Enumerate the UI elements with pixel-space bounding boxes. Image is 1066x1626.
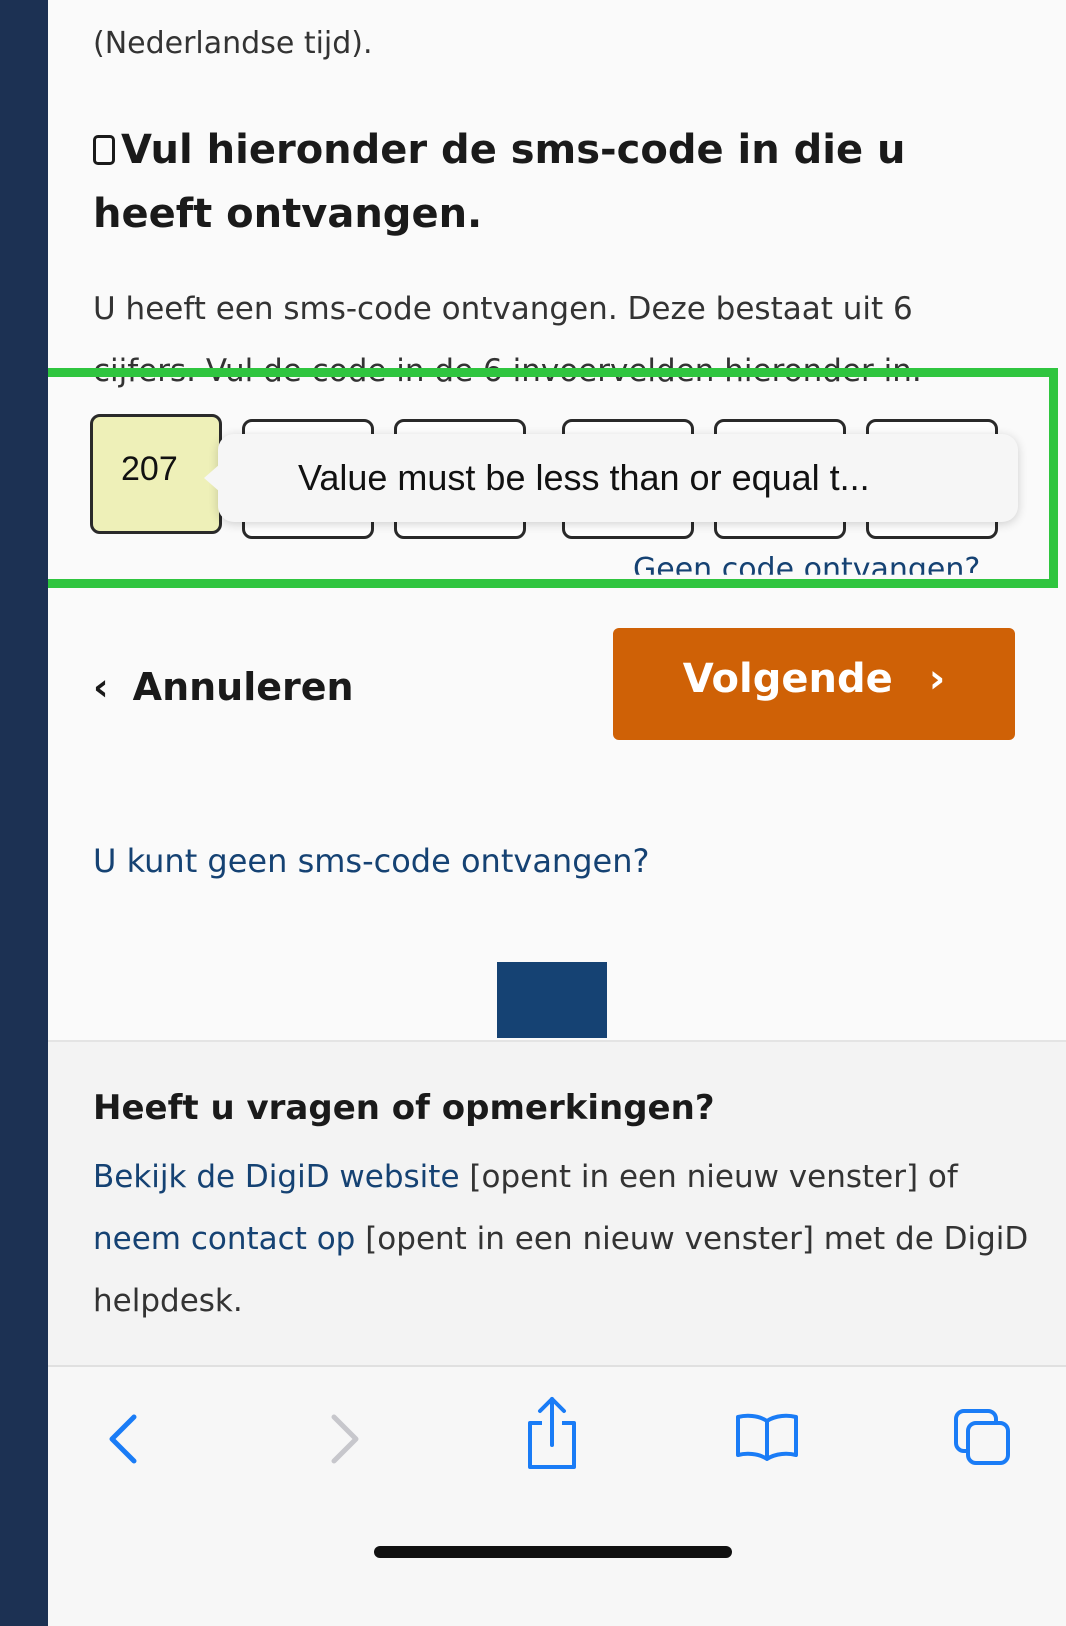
validation-tooltip: Value must be less than or equal t...: [204, 434, 1018, 522]
page-content: (Nederlandse tijd). Vul hieronder de sms…: [48, 0, 1066, 1412]
browser-page: (Nederlandse tijd). Vul hieronder de sms…: [48, 0, 1066, 1626]
share-icon[interactable]: [526, 1395, 578, 1475]
validation-message: Value must be less than or equal t...: [298, 457, 870, 498]
footer-text-1: [opent in een nieuw venster] of: [459, 1159, 958, 1195]
sms-code-field-1[interactable]: 207: [90, 414, 222, 534]
phone-icon: [93, 135, 115, 165]
back-icon[interactable]: [104, 1409, 144, 1473]
tabs-icon[interactable]: [952, 1407, 1014, 1473]
footer-text: Bekijk de DigiD website [opent in een ni…: [93, 1146, 1033, 1332]
page-heading: Vul hieronder de sms-code in die u heeft…: [93, 118, 1013, 246]
heading-text: Vul hieronder de sms-code in die u heeft…: [93, 127, 906, 237]
intro-text: U heeft een sms-code ontvangen. Deze bes…: [93, 291, 922, 389]
chevron-right-icon: ›: [928, 656, 946, 702]
footer-title: Heeft u vragen of opmerkingen?: [93, 1088, 715, 1128]
next-button[interactable]: Volgende ›: [613, 628, 1015, 740]
logo-block: [497, 962, 607, 1038]
home-indicator: [374, 1546, 732, 1558]
next-label: Volgende: [682, 656, 893, 702]
bookmarks-icon[interactable]: [734, 1411, 800, 1465]
contact-link[interactable]: neem contact op: [93, 1221, 355, 1257]
time-note: (Nederlandse tijd).: [93, 26, 373, 61]
no-code-link[interactable]: Geen code ontvangen?: [633, 552, 980, 575]
footer: Heeft u vragen of opmerkingen? Bekijk de…: [48, 1040, 1066, 1367]
cancel-label: Annuleren: [132, 665, 354, 709]
forward-icon[interactable]: [324, 1409, 364, 1473]
digid-website-link[interactable]: Bekijk de DigiD website: [93, 1159, 460, 1195]
no-sms-link[interactable]: U kunt geen sms-code ontvangen?: [93, 842, 649, 880]
chevron-left-icon: ‹: [93, 665, 109, 709]
browser-toolbar: [48, 1365, 1066, 1626]
cancel-button[interactable]: ‹ Annuleren: [93, 665, 354, 709]
